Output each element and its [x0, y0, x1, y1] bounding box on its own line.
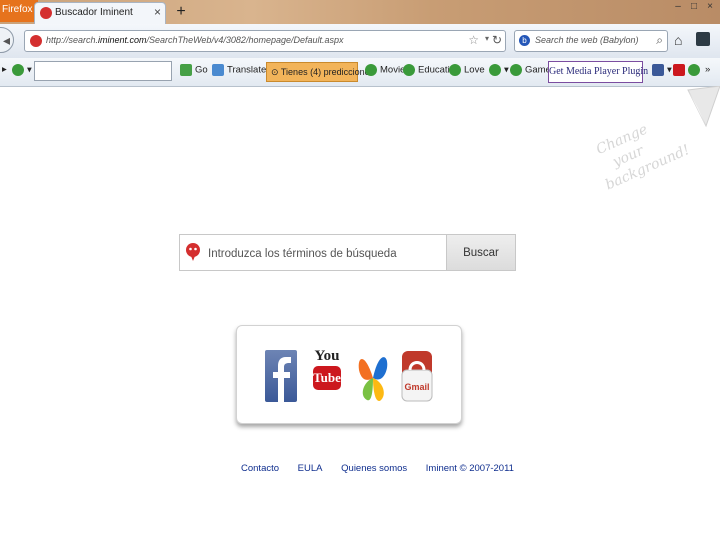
footer-link-eula[interactable]: EULA: [298, 463, 323, 474]
reload-icon[interactable]: ↻: [492, 33, 502, 47]
predictions-button[interactable]: ⊙ Tienes (4) predicciones: [266, 62, 374, 82]
footer-copyright[interactable]: Iminent © 2007-2011: [426, 463, 514, 474]
media-player-plugin-button[interactable]: Get Media Player Plugin: [548, 61, 648, 83]
toolbar-search-input[interactable]: [34, 61, 172, 81]
search-button[interactable]: Buscar: [446, 235, 515, 270]
address-bar[interactable]: http://search.iminent.com/SearchTheWeb/v…: [24, 30, 506, 52]
search-bar[interactable]: b Search the web (Babylon) ⌕: [514, 30, 668, 52]
go-button[interactable]: Go: [180, 64, 208, 76]
toolbar-logo-icon[interactable]: ▾: [12, 64, 32, 76]
navigation-bar: ◂ http://search.iminent.com/SearchTheWeb…: [0, 24, 720, 59]
tab-title: Buscador Iminent: [55, 7, 133, 18]
babylon-engine-icon[interactable]: b: [519, 35, 530, 46]
games-icon: [510, 64, 522, 76]
firefox-menu-label: Firefox: [2, 4, 33, 15]
go-arrow-icon: [180, 64, 192, 76]
youtube-you-text: You: [314, 348, 340, 364]
site-identity-icon[interactable]: [30, 35, 42, 47]
gmail-label: Gmail: [404, 382, 429, 392]
home-icon[interactable]: ⌂: [674, 32, 682, 48]
url-text[interactable]: http://search.iminent.com/SearchTheWeb/v…: [46, 35, 344, 45]
msn-butterfly-icon[interactable]: [355, 348, 391, 404]
toolbar-overflow-icon[interactable]: »: [705, 64, 710, 75]
footer-links: Contacto EULA Quienes somos Iminent © 20…: [241, 463, 530, 474]
youtube-icon[interactable]: You Tube: [313, 348, 341, 402]
search-input[interactable]: [206, 235, 450, 272]
love-button[interactable]: Love: [449, 64, 485, 76]
translate-icon: [212, 64, 224, 76]
facebook-toolbar-icon[interactable]: ▾: [652, 64, 672, 76]
predictions-icon: ⊙: [271, 67, 279, 77]
iminent-search-box: Buscar: [179, 234, 516, 272]
footer-link-quienes-somos[interactable]: Quienes somos: [341, 463, 407, 474]
toolbar-menu-icon[interactable]: ▸: [2, 64, 7, 75]
bookmarks-menu-icon[interactable]: [696, 32, 710, 46]
love-icon: [449, 64, 461, 76]
new-tab-button[interactable]: +: [172, 2, 190, 22]
footer-link-contacto[interactable]: Contacto: [241, 463, 279, 474]
movies-icon: [365, 64, 377, 76]
green-addon-icon[interactable]: [688, 64, 703, 76]
firefox-menu-button[interactable]: Firefox ▾: [0, 0, 38, 22]
youtube-toolbar-icon[interactable]: [673, 64, 688, 76]
facebook-icon[interactable]: [265, 350, 297, 402]
minimize-button[interactable]: –: [670, 0, 686, 14]
gmail-icon[interactable]: Gmail: [401, 350, 433, 402]
bookmark-star-icon[interactable]: ☆: [468, 33, 479, 47]
tab-buscador-iminent[interactable]: Buscador Iminent ×: [34, 2, 166, 24]
title-bar: Firefox ▾ Buscador Iminent × + – □ ×: [0, 0, 720, 24]
extra-addon-icon[interactable]: ▾: [489, 64, 509, 76]
iminent-logo-icon: [186, 243, 200, 261]
social-links-panel: You Tube Gmail: [236, 325, 462, 424]
window-controls: – □ ×: [670, 0, 718, 16]
back-button[interactable]: ◂: [0, 27, 14, 53]
search-icon[interactable]: ⌕: [656, 33, 663, 48]
education-icon: [403, 64, 415, 76]
translate-button[interactable]: Translate▾: [212, 64, 271, 76]
maximize-button[interactable]: □: [686, 0, 702, 14]
tab-close-icon[interactable]: ×: [154, 5, 161, 19]
iminent-favicon-icon: [40, 7, 52, 19]
url-history-dropdown-icon[interactable]: ▾: [485, 34, 489, 43]
youtube-tube-text: Tube: [313, 366, 341, 390]
addon-toolbar: ▸ ▾ Go Translate▾ ⊙ Tienes (4) prediccio…: [0, 58, 720, 87]
close-window-button[interactable]: ×: [702, 0, 718, 14]
search-bar-placeholder[interactable]: Search the web (Babylon): [535, 35, 639, 45]
